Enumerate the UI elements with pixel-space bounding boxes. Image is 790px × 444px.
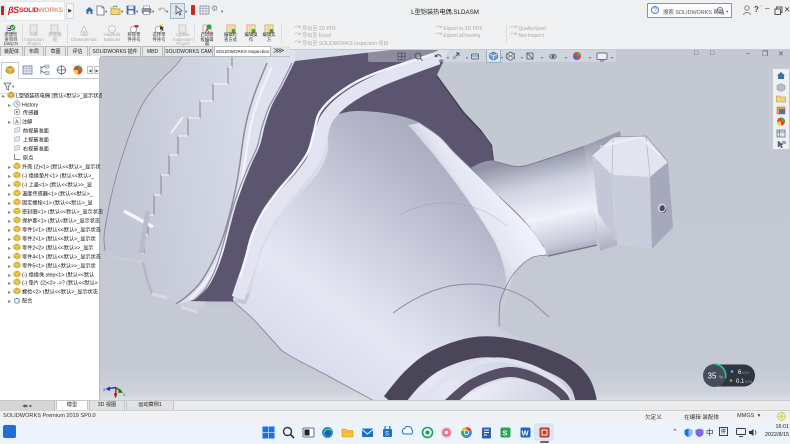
svg-text:S: S <box>385 432 389 438</box>
svg-text:35: 35 <box>708 372 717 381</box>
svg-text:A: A <box>15 120 19 126</box>
svg-text:%: % <box>719 375 723 380</box>
svg-text:KOH: KOH <box>742 371 750 375</box>
svg-text:S: S <box>503 429 508 438</box>
svg-text:0.1: 0.1 <box>736 379 745 385</box>
svg-text:W: W <box>522 429 530 438</box>
svg-text:Z: Z <box>103 387 106 392</box>
svg-text:X: X <box>123 392 126 397</box>
svg-text:KOH: KOH <box>745 380 753 384</box>
